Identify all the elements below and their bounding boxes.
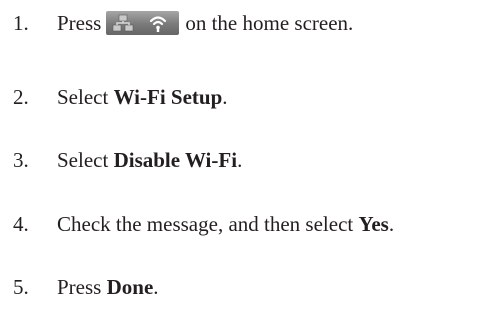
step-number: 4. <box>13 211 29 236</box>
menu-item-name: Disable Wi-Fi <box>113 147 238 172</box>
step-number: 2. <box>13 84 29 109</box>
step-2: 2. Select Wi-Fi Setup. <box>13 82 228 112</box>
step-1: 1. Press on the home screen. <box>13 8 353 38</box>
step-text: Select Disable Wi-Fi. <box>57 148 242 173</box>
step-text: Press <box>57 10 102 35</box>
step-3: 3. Select Disable Wi-Fi. <box>13 145 242 175</box>
step-text-before: Check the message, and then select <box>57 211 359 236</box>
step-text-after: . <box>388 211 395 236</box>
step-text: Select Wi-Fi Setup. <box>57 85 228 110</box>
step-number: 1. <box>13 10 29 35</box>
button-name: Done <box>106 274 154 299</box>
step-text: Check the message, and then select Yes. <box>57 212 394 237</box>
step-text-before: Select <box>57 84 114 109</box>
step-number: 5. <box>13 274 29 299</box>
step-number: 3. <box>13 147 29 172</box>
menu-item-name: Wi-Fi Setup <box>113 84 223 109</box>
step-5: 5. Press Done. <box>13 272 159 302</box>
instruction-steps: 1. Press on the home screen. 2. Select W… <box>0 0 502 315</box>
step-text-after: . <box>222 84 228 109</box>
button-name: Yes <box>358 211 389 236</box>
step-text-before: Press <box>57 274 107 299</box>
network-status-icon <box>106 11 180 35</box>
step-text-after: . <box>153 274 159 299</box>
step-text: on the home screen. <box>185 10 354 35</box>
step-text: Press Done. <box>57 275 159 300</box>
step-4: 4. Check the message, and then select Ye… <box>13 209 394 239</box>
step-text-after: . <box>237 147 243 172</box>
step-text-before: Select <box>57 147 114 172</box>
